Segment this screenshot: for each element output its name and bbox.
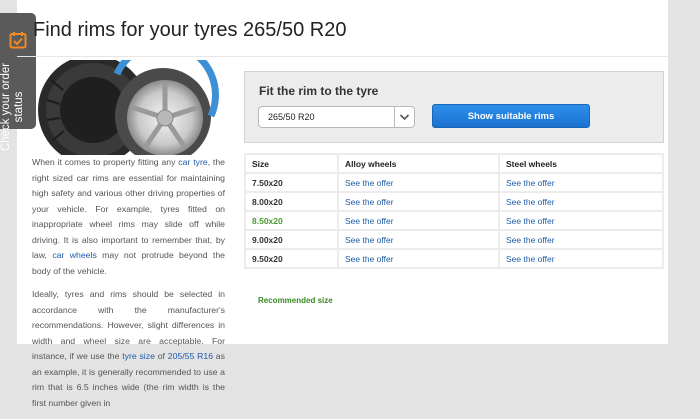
- tyre-and-rim-image: [38, 60, 219, 155]
- description-paragraph-1: When it comes to property fitting any ca…: [32, 157, 226, 276]
- table-row-recommended: 8.50x20 See the offer See the offer: [244, 210, 664, 231]
- tyre-size-link[interactable]: tyre size: [122, 351, 155, 361]
- alloy-offer-cell: See the offer: [337, 229, 500, 250]
- alloy-offer-link[interactable]: See the offer: [345, 254, 394, 264]
- rim-size: 8.00x20: [244, 191, 339, 212]
- alloy-offer-cell: See the offer: [337, 172, 500, 193]
- alloy-offer-link[interactable]: See the offer: [345, 197, 394, 207]
- size-column-header: Size: [244, 153, 339, 174]
- rim-size: 9.50x20: [244, 248, 339, 269]
- table-row: 9.00x20 See the offer See the offer: [244, 229, 664, 250]
- steel-offer-link[interactable]: See the offer: [506, 235, 555, 245]
- fit-rim-heading: Fit the rim to the tyre: [259, 84, 379, 98]
- rim-size-recommended: 8.50x20: [244, 210, 339, 231]
- steel-column-header: Steel wheels: [498, 153, 664, 174]
- alloy-offer-link[interactable]: See the offer: [345, 216, 394, 226]
- example-size-link[interactable]: 205/55 R16: [168, 351, 213, 361]
- alloy-offer-link[interactable]: See the offer: [345, 235, 394, 245]
- alloy-offer-link[interactable]: See the offer: [345, 178, 394, 188]
- order-status-tab[interactable]: Check your order status: [0, 13, 36, 151]
- selected-tyre-size: 265/50 R20: [268, 112, 315, 122]
- title-divider: [17, 56, 668, 57]
- order-status-label[interactable]: Check your order status: [0, 62, 36, 152]
- steel-offer-link[interactable]: See the offer: [506, 178, 555, 188]
- alloy-offer-cell: See the offer: [337, 210, 500, 231]
- table-row: 8.00x20 See the offer See the offer: [244, 191, 664, 212]
- steel-offer-cell: See the offer: [498, 191, 664, 212]
- page-title: Find rims for your tyres 265/50 R20: [33, 19, 347, 41]
- table-row: 7.50x20 See the offer See the offer: [244, 172, 664, 193]
- alloy-offer-cell: See the offer: [337, 248, 500, 269]
- rim-size: 9.00x20: [244, 229, 339, 250]
- tyre-size-select[interactable]: 265/50 R20: [258, 106, 415, 128]
- table-row: 9.50x20 See the offer See the offer: [244, 248, 664, 269]
- steel-offer-link[interactable]: See the offer: [506, 216, 555, 226]
- select-toggle[interactable]: [394, 107, 414, 127]
- steel-offer-link[interactable]: See the offer: [506, 254, 555, 264]
- alloy-column-header: Alloy wheels: [337, 153, 500, 174]
- car-tyre-link[interactable]: car tyre: [178, 157, 207, 167]
- steel-offer-cell: See the offer: [498, 229, 664, 250]
- steel-offer-cell: See the offer: [498, 172, 664, 193]
- steel-offer-cell: See the offer: [498, 210, 664, 231]
- alloy-offer-cell: See the offer: [337, 191, 500, 212]
- chevron-down-icon: [399, 114, 410, 121]
- rims-description: When it comes to property fitting any ca…: [32, 155, 225, 419]
- rim-size: 7.50x20: [244, 172, 339, 193]
- steel-offer-cell: See the offer: [498, 248, 664, 269]
- car-wheels-link[interactable]: car wheels: [52, 250, 96, 260]
- show-suitable-rims-button[interactable]: Show suitable rims: [432, 104, 590, 128]
- recommended-size-legend: Recommended size: [258, 296, 333, 305]
- description-paragraph-2: Ideally, tyres and rims should be select…: [32, 289, 225, 408]
- steel-offer-link[interactable]: See the offer: [506, 197, 555, 207]
- table-header-row: Size Alloy wheels Steel wheels: [244, 153, 664, 174]
- order-status-calendar-icon: [9, 32, 27, 49]
- fit-rim-panel: Fit the rim to the tyre 265/50 R20 Show …: [244, 71, 664, 143]
- rim-sizes-table: Size Alloy wheels Steel wheels 7.50x20 S…: [244, 153, 664, 269]
